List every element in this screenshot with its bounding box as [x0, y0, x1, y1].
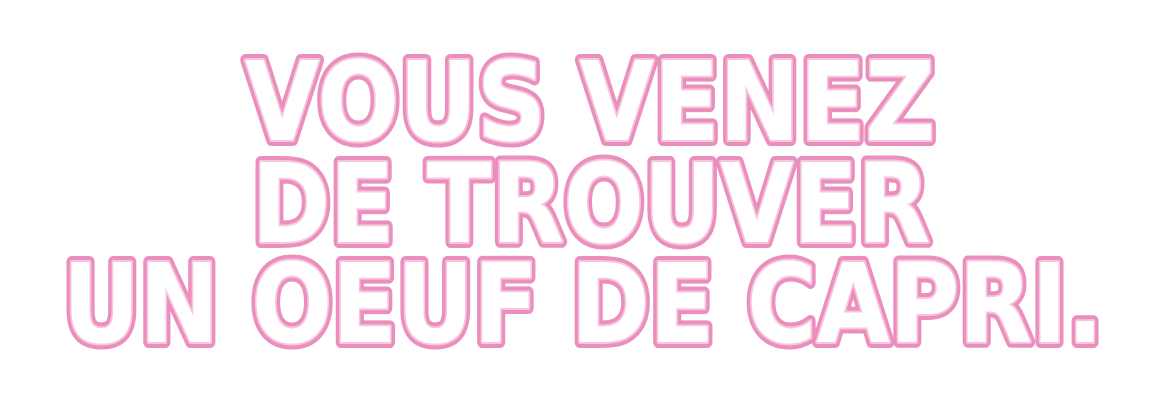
- canvas: VOUS VENEZ VOUS VENEZ VOUS VENEZ DE TROU…: [0, 0, 1174, 406]
- headline-line-3-text: UN OEUF DE CAPRI.: [63, 240, 1103, 368]
- headline-line-3: UN OEUF DE CAPRI. UN OEUF DE CAPRI. UN O…: [57, 234, 1109, 374]
- headline-graphic: VOUS VENEZ VOUS VENEZ VOUS VENEZ DE TROU…: [57, 32, 1109, 374]
